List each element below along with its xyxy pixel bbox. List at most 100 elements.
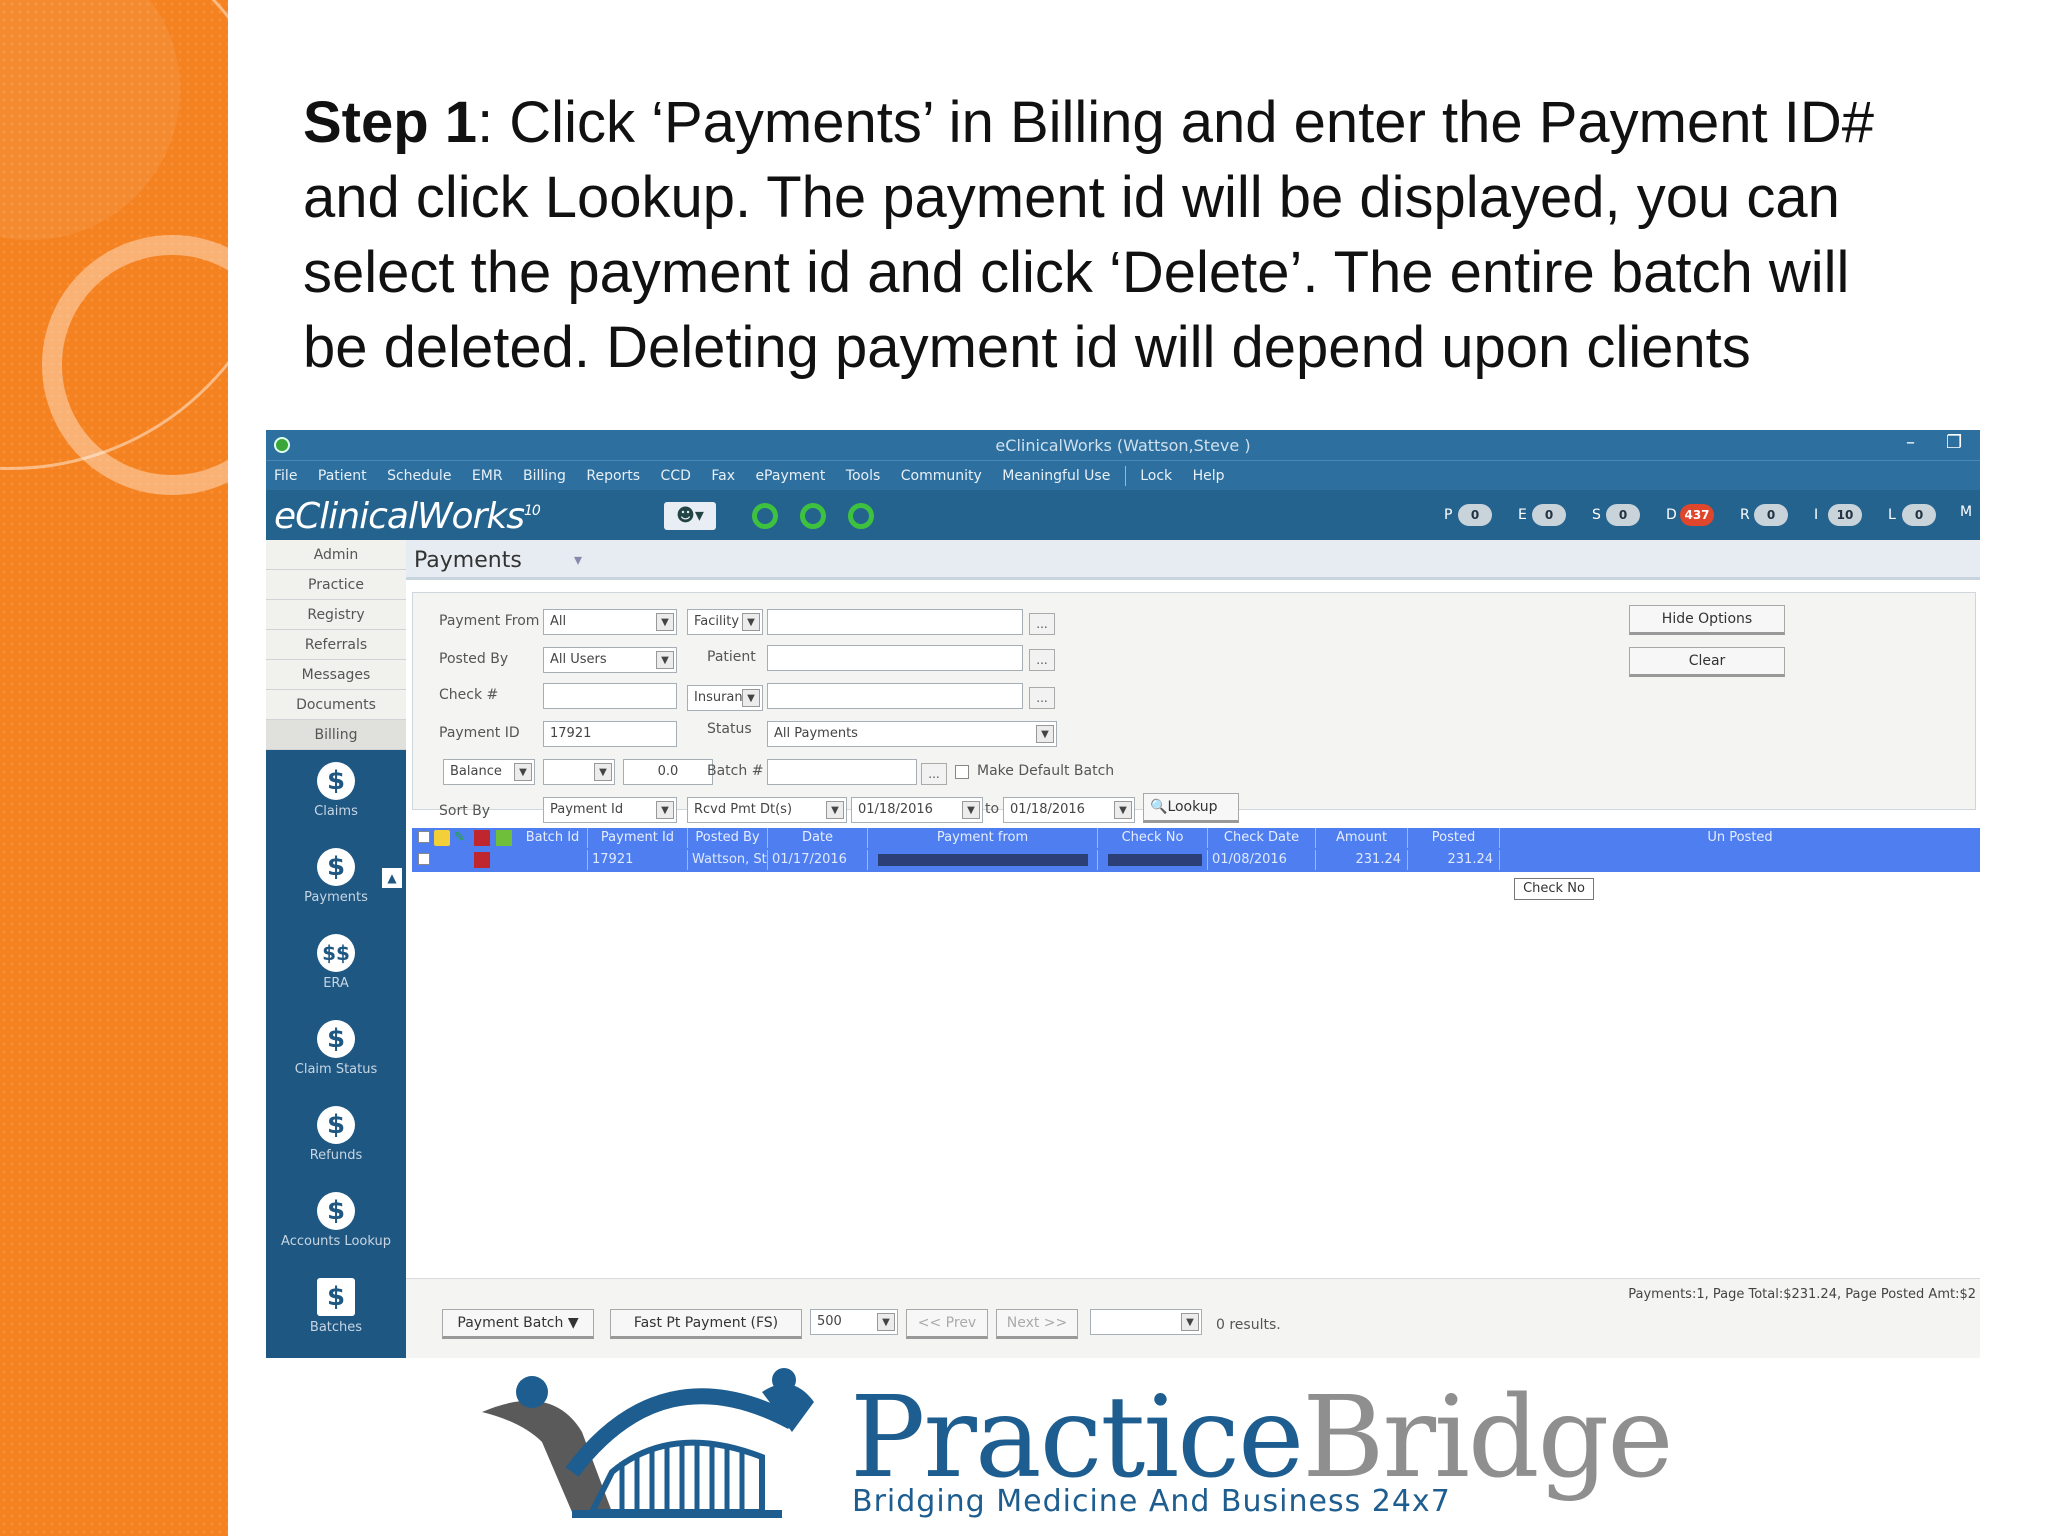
clear-button[interactable]: Clear [1629,647,1785,677]
jellybean-i[interactable]: I 10 [1814,504,1862,528]
jellybean-m[interactable]: M [1960,504,1974,528]
status-light-icon[interactable] [800,503,826,529]
cell-check-date[interactable]: 01/08/2016 [1208,850,1316,870]
menu-fax[interactable]: Fax [703,461,743,484]
facility-input[interactable] [767,609,1023,635]
nav-accounts-lookup[interactable]: $ Accounts Lookup [266,1186,406,1266]
user-card-icon[interactable]: ☻▾ [664,502,716,530]
insurance-lookup-button[interactable]: ... [1029,687,1055,709]
facility-lookup-button[interactable]: ... [1029,613,1055,635]
chevron-down-icon[interactable]: ▾ [574,550,582,569]
nav-tab-referrals[interactable]: Referrals [266,630,406,660]
delete-icon[interactable] [474,830,490,846]
page-select[interactable]: ▼ [1090,1309,1202,1335]
menu-lock[interactable]: Lock [1132,461,1180,484]
date-to-picker[interactable]: 01/18/2016 ▼ [1003,797,1135,823]
facility-type-select[interactable]: Facility ▼ [687,609,763,635]
nav-era[interactable]: $$ ERA [266,928,406,1008]
insurance-type-select[interactable]: Insuranc ▼ [687,685,763,711]
menu-meaningful-use[interactable]: Meaningful Use [994,461,1118,484]
col-payment-from[interactable]: Payment from [868,828,1098,848]
patient-lookup-button[interactable]: ... [1029,649,1055,671]
hide-options-button[interactable]: Hide Options [1629,605,1785,635]
menu-file[interactable]: File [266,461,305,484]
prev-page-button[interactable]: << Prev [906,1309,988,1339]
jellybean-e[interactable]: E0 [1518,504,1566,528]
nav-tab-practice[interactable]: Practice [266,570,406,600]
col-amount[interactable]: Amount [1316,828,1408,848]
nav-tab-messages[interactable]: Messages [266,660,406,690]
page-size-select[interactable]: 500 ▼ [810,1309,898,1335]
cell-payment-id[interactable]: 17921 [588,850,688,870]
cell-posted-by[interactable]: Wattson, Ste [688,850,768,870]
col-date[interactable]: Date [768,828,868,848]
jellybean-d[interactable]: D 437 [1666,504,1714,528]
balance-select[interactable]: Balance ▼ [443,759,535,785]
date-from-picker[interactable]: 01/18/2016 ▼ [851,797,983,823]
insurance-input[interactable] [767,683,1023,709]
menu-epayment[interactable]: ePayment [747,461,833,484]
menu-billing[interactable]: Billing [515,461,574,484]
menu-community[interactable]: Community [893,461,990,484]
minimize-button[interactable]: – [1906,432,1915,453]
row-checkbox[interactable] [418,853,430,865]
select-all-checkbox[interactable] [418,831,430,843]
nav-claims[interactable]: $ Claims [266,756,406,836]
nav-refunds[interactable]: $ Refunds [266,1100,406,1180]
patient-input[interactable] [767,645,1023,671]
status-light-icon[interactable] [848,503,874,529]
status-select[interactable]: All Payments ▼ [767,721,1057,747]
jellybean-l[interactable]: L0 [1888,504,1936,528]
jellybean-s[interactable]: S0 [1592,504,1640,528]
next-page-button[interactable]: Next >> [996,1309,1078,1339]
status-light-icon[interactable] [752,503,778,529]
nav-batches[interactable]: $ Batches [266,1272,406,1352]
payment-from-select[interactable]: All ▼ [543,609,677,635]
batch-number-input[interactable] [767,759,917,785]
make-default-batch-checkbox[interactable] [955,765,969,779]
payments-header: Payments ▾ [406,540,1980,580]
cell-batch-id[interactable] [518,850,588,870]
lookup-button[interactable]: 🔍Lookup [1143,793,1239,823]
menu-reports[interactable]: Reports [578,461,648,484]
col-check-no[interactable]: Check No [1098,828,1208,848]
menu-help[interactable]: Help [1185,461,1233,484]
jellybean-p[interactable]: P0 [1444,504,1492,528]
restore-button[interactable]: ❐ [1946,432,1962,453]
col-posted[interactable]: Posted [1408,828,1500,848]
col-check-date[interactable]: Check Date [1208,828,1316,848]
check-number-input[interactable] [543,683,677,709]
col-un-posted[interactable]: Un Posted [1500,828,1980,848]
jellybean-r[interactable]: R0 [1740,504,1788,528]
cell-date[interactable]: 01/17/2016 [768,850,868,870]
cell-un-posted[interactable] [1500,850,1980,870]
menu-schedule[interactable]: Schedule [379,461,459,484]
cell-payment-from[interactable] [868,850,1098,870]
menu-patient[interactable]: Patient [310,461,375,484]
col-posted-by[interactable]: Posted By [688,828,768,848]
col-payment-id[interactable]: Payment Id [588,828,688,848]
menu-emr[interactable]: EMR [464,461,511,484]
date-field-select[interactable]: Rcvd Pmt Dt(s) ▼ [687,797,847,823]
nav-tab-registry[interactable]: Registry [266,600,406,630]
nav-payments[interactable]: $ Payments [266,842,406,922]
export-icon[interactable] [496,830,512,846]
fast-pt-payment-button[interactable]: Fast Pt Payment (FS) [610,1309,802,1339]
sort-by-select[interactable]: Payment Id ▼ [543,797,677,823]
balance-operator-select[interactable]: ▼ [543,759,615,785]
nav-claim-status[interactable]: $ Claim Status [266,1014,406,1094]
payment-id-input[interactable]: 17921 [543,721,677,747]
cell-check-no[interactable] [1098,850,1208,870]
nav-tab-billing[interactable]: Billing [266,720,406,750]
balance-amount-input[interactable]: 0.0 [623,759,713,785]
nav-tab-documents[interactable]: Documents [266,690,406,720]
posted-by-select[interactable]: All Users ▼ [543,647,677,673]
cell-amount[interactable]: 231.24 [1316,850,1408,870]
cell-posted[interactable]: 231.24 [1408,850,1500,870]
nav-tab-admin[interactable]: Admin [266,540,406,570]
batch-lookup-button[interactable]: ... [921,763,947,785]
payment-batch-button[interactable]: Payment Batch ▼ [442,1309,594,1339]
menu-ccd[interactable]: CCD [653,461,699,484]
col-batch-id[interactable]: Batch Id [518,828,588,848]
menu-tools[interactable]: Tools [838,461,889,484]
